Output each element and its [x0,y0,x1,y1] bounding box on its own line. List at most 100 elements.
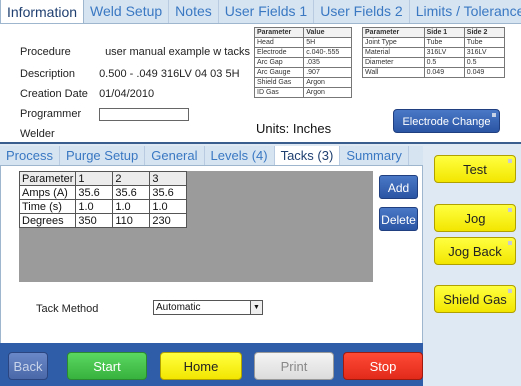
param-cell: ID Gas [253,87,305,98]
shield-gas-button[interactable]: Shield Gas [434,285,516,313]
print-button[interactable]: Print [254,352,334,380]
tab-limits-tolerances[interactable]: Limits / Tolerances [410,0,521,23]
programmer-label: Programmer [20,108,82,120]
tab-user-fields-1[interactable]: User Fields 1 [219,0,315,23]
delete-tack-button[interactable]: Delete [379,207,418,231]
side-parameter-table: Parameter Side 1 Side 2 Joint Type Tube Tu… [362,27,506,78]
side-table-header: Side 2 [463,27,506,38]
units-label: Units: Inches [256,121,332,136]
tab-weld-setup[interactable]: Weld Setup [84,0,170,23]
tacks-header: 2 [112,171,151,186]
stop-button[interactable]: Stop [343,352,423,380]
side-cell: Diameter [362,57,425,68]
home-button[interactable]: Home [160,352,242,380]
electrode-change-button[interactable]: Electrode Change [393,109,500,133]
side-cell: 0.049 [423,67,465,78]
tacks-header: 3 [149,171,188,186]
side-cell: Tube [463,37,506,48]
side-cell: Material [362,47,425,58]
jog-button[interactable]: Jog [434,204,516,232]
programmer-row: Programmer [20,107,190,121]
side-cell: 316LV [423,47,465,58]
tacks-cell[interactable]: 35.6 [112,185,151,200]
param-cell: .907 [303,67,352,78]
tab-purge-setup[interactable]: Purge Setup [60,146,146,165]
start-button[interactable]: Start [67,352,147,380]
jog-back-button[interactable]: Jog Back [434,237,516,265]
side-table-header: Parameter [362,27,425,38]
bottom-button-bar: Back Start Home Print Stop [0,343,423,386]
creation-date-row: Creation Date 01/04/2010 [20,87,154,101]
add-tack-button[interactable]: Add [379,175,418,199]
tacks-cell[interactable]: 1.0 [112,199,151,214]
tab-summary[interactable]: Summary [340,146,409,165]
button-indicator-icon [508,241,512,245]
tacks-cell: Degrees [18,213,77,228]
tack-method-select[interactable]: Automatic ▼ [153,300,263,315]
side-cell: Joint Type [362,37,425,48]
tacks-table: Parameter 1 2 3 Amps (A) 35.6 35.6 35.6 … [18,171,188,228]
param-cell: .035 [303,57,352,68]
sub-tab-bar: Process Purge Setup General Levels (4) T… [0,146,423,166]
tab-user-fields-2[interactable]: User Fields 2 [314,0,410,23]
chevron-down-icon[interactable]: ▼ [250,301,262,314]
electrode-change-label: Electrode Change [402,116,491,128]
creation-date-value: 01/04/2010 [99,88,155,100]
tacks-cell: Amps (A) [18,185,77,200]
test-label: Test [463,162,487,177]
side-cell: Tube [423,37,465,48]
description-value: 0.500 - .049 316LV 04 03 5H [99,68,240,80]
param-cell: c.040-.555 [303,47,352,58]
description-row: Description 0.500 - .049 316LV 04 03 5H [20,67,240,81]
programmer-field[interactable] [99,107,190,121]
button-indicator-icon [508,289,512,293]
tacks-cell[interactable]: 1.0 [149,199,188,214]
side-cell: 316LV [463,47,506,58]
tacks-cell[interactable]: 110 [112,213,151,228]
procedure-value: user manual example w tacks [105,46,250,58]
information-panel: Procedure user manual example w tacks De… [0,24,521,144]
param-table-header: Value [303,27,352,38]
back-button[interactable]: Back [8,352,48,380]
tab-process[interactable]: Process [0,146,60,165]
button-indicator-icon [508,208,512,212]
param-cell: Argon [303,87,352,98]
tack-method-value: Automatic [156,302,201,313]
description-label: Description [20,68,76,80]
tacks-cell[interactable]: 230 [149,213,188,228]
tab-levels[interactable]: Levels (4) [205,146,275,165]
shield-gas-label: Shield Gas [443,292,507,307]
procedure-label: Procedure [20,46,71,58]
tacks-cell[interactable]: 350 [75,213,114,228]
param-cell: Arc Gap [253,57,305,68]
side-cell: Wall [362,67,425,78]
param-table-header: Parameter [253,27,305,38]
tab-tacks[interactable]: Tacks (3) [274,146,341,165]
creation-date-label: Creation Date [20,88,88,100]
param-cell: Shield Gas [253,77,305,88]
param-cell: Electrode [253,47,305,58]
top-tab-bar: Information Weld Setup Notes User Fields… [0,0,521,24]
tab-general[interactable]: General [145,146,205,165]
button-indicator-icon [492,113,496,117]
side-cell: 0.049 [463,67,506,78]
tacks-header: 1 [75,171,114,186]
welder-row: Welder [20,127,96,141]
param-cell: 5H [303,37,352,48]
tacks-cell[interactable]: 35.6 [149,185,188,200]
tacks-cell[interactable]: 35.6 [75,185,114,200]
test-button[interactable]: Test [434,155,516,183]
welder-label: Welder [20,128,55,140]
tacks-cell[interactable]: 1.0 [75,199,114,214]
tab-notes[interactable]: Notes [169,0,219,23]
procedure-row: Procedure user manual example w tacks [20,45,250,59]
param-cell: Arc Gauge [253,67,305,78]
tab-information[interactable]: Information [0,0,85,23]
param-cell: Head [253,37,305,48]
param-cell: Argon [303,77,352,88]
tacks-grid: Parameter 1 2 3 Amps (A) 35.6 35.6 35.6 … [18,171,373,282]
tacks-panel: Parameter 1 2 3 Amps (A) 35.6 35.6 35.6 … [0,166,423,343]
jog-back-label: Jog Back [448,244,502,259]
side-cell: 0.5 [463,57,506,68]
jog-label: Jog [464,211,486,226]
